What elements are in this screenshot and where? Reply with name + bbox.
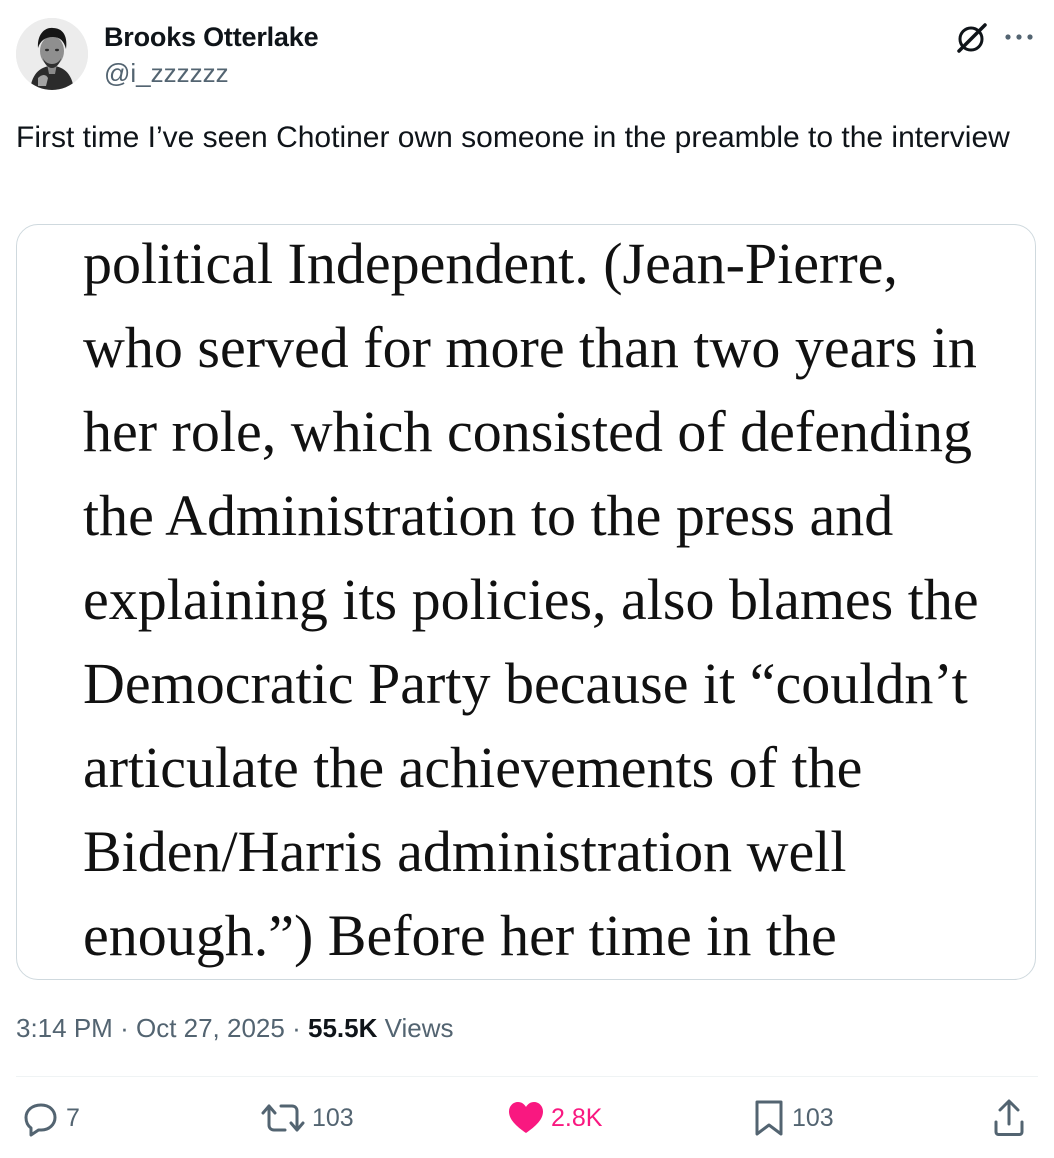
attached-image[interactable]: political Independent. (Jean-Pierre, who… [16,224,1036,980]
share-button[interactable] [990,1098,1028,1138]
excerpt-line: the Administration to the press and [83,483,894,548]
repost-button[interactable]: 103 [260,1098,354,1138]
excerpt-line: enough.”) Before her time in the [83,903,837,968]
author-handle[interactable]: @i_zzzzzz [104,56,229,90]
excerpt-line: explaining its policies, also blames the [83,567,979,632]
like-count: 2.8K [551,1103,603,1132]
repost-count: 103 [312,1103,354,1132]
tweet-meta: 3:14 PM · Oct 27, 2025 · 55.5K Views [16,1009,454,1047]
like-button[interactable]: 2.8K [507,1098,602,1138]
share-icon [994,1099,1024,1136]
grok-icon[interactable] [954,20,990,56]
excerpt-line: Biden/Harris administration well [83,819,847,884]
tweet-text: First time I’ve seen Chotiner own someon… [16,121,1010,154]
reply-icon [24,1103,57,1137]
excerpt-line: who served for more than two years in [83,315,977,380]
more-icon[interactable] [1002,22,1036,52]
bookmark-count: 103 [792,1103,834,1132]
excerpt-line: her role, which consisted of defending [83,399,973,464]
avatar-portrait [16,18,88,90]
author-display-name[interactable]: Brooks Otterlake [104,20,319,54]
views-label: Views [384,1013,454,1043]
meta-separator: · [120,1013,129,1043]
views-count: 55.5K [308,1013,378,1043]
post-date[interactable]: Oct 27, 2025 [136,1013,285,1043]
bookmark-icon [755,1100,783,1136]
excerpt-line: political Independent. (Jean-Pierre, [83,231,898,296]
meta-separator: · [292,1013,301,1043]
post-time[interactable]: 3:14 PM [16,1013,113,1043]
bookmark-button[interactable]: 103 [752,1098,834,1138]
like-icon [509,1102,543,1133]
reply-count: 7 [66,1103,80,1132]
excerpt-line: Democratic Party because it “couldn’t [83,651,968,716]
excerpt-line: articulate the achievements of the [83,735,863,800]
reply-button[interactable]: 7 [22,1098,80,1138]
repost-icon [261,1104,305,1132]
actions-divider [16,1076,1038,1077]
author-avatar[interactable] [16,18,88,90]
